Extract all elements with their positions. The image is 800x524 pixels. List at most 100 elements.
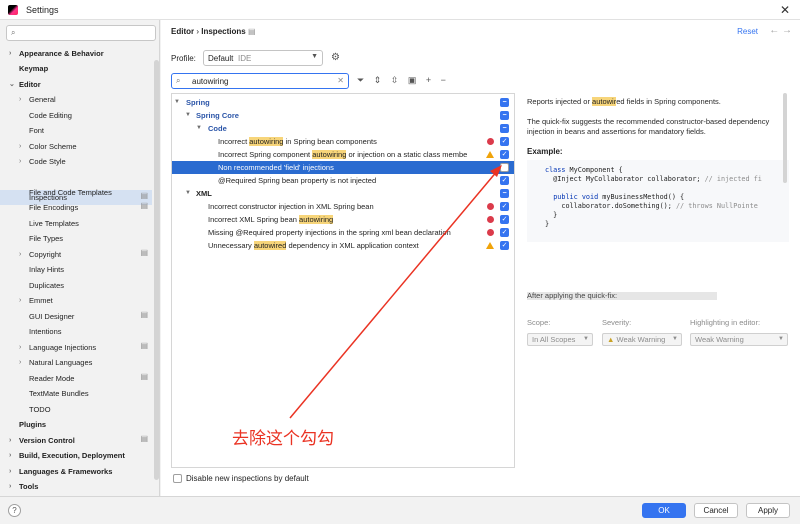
sidebar-item-font[interactable]: Font — [29, 123, 44, 138]
profile-dropdown[interactable]: Default IDE ▼ — [203, 50, 323, 66]
cancel-button[interactable]: Cancel — [694, 503, 738, 518]
group-label: Spring Core — [196, 111, 239, 120]
window-title: Settings — [26, 5, 59, 15]
inspection-checkbox[interactable]: ✓ — [500, 137, 509, 146]
sidebar-item-editor[interactable]: ⌄ Editor — [9, 77, 41, 92]
sidebar-item-duplicates[interactable]: Duplicates — [29, 278, 64, 293]
inspection-filter-input[interactable]: ⌕ autowiring ✕ — [171, 73, 349, 89]
sidebar-item-file-types[interactable]: File Types — [29, 231, 63, 246]
settings-search-input[interactable]: ⌕ — [6, 25, 156, 41]
inspection-row[interactable]: Incorrect autowiring in Spring bean comp… — [172, 135, 514, 148]
inspection-checkbox-unchecked[interactable] — [500, 163, 509, 172]
inspection-checkbox[interactable]: ✓ — [500, 241, 509, 250]
forward-arrow-icon[interactable]: → — [782, 25, 792, 36]
sidebar-item-tools[interactable]: › Tools — [9, 479, 38, 494]
gear-icon[interactable]: ⚙ — [331, 52, 340, 63]
inspection-checkbox[interactable]: ✓ — [500, 150, 509, 159]
checkbox-box[interactable] — [173, 474, 182, 484]
group-checkbox[interactable]: − — [500, 124, 509, 133]
reset-link[interactable]: Reset — [737, 27, 758, 36]
sidebar-item-todo[interactable]: TODO — [29, 402, 51, 417]
sidebar-item-label: Natural Languages — [29, 358, 93, 367]
help-icon[interactable]: ? — [8, 504, 21, 517]
tree-row-code[interactable]: ▼ Code − — [172, 122, 514, 135]
inspection-checkbox[interactable]: ✓ — [500, 202, 509, 211]
inspection-checkbox[interactable]: ✓ — [500, 176, 509, 185]
sidebar-item-label: Plugins — [19, 420, 47, 429]
tree-row-xml[interactable]: ▼ XML − — [172, 187, 514, 200]
tree-row-spring[interactable]: ▼ Spring − — [172, 96, 514, 109]
chevron-right-icon: › — [19, 359, 22, 366]
sidebar-item-label: Languages & Frameworks — [19, 467, 113, 476]
inspection-checkbox[interactable]: ✓ — [500, 228, 509, 237]
inspection-row[interactable]: Incorrect XML Spring bean autowiring ✓ — [172, 213, 514, 226]
back-arrow-icon[interactable]: ← — [769, 25, 779, 36]
add-icon[interactable]: + — [426, 75, 431, 85]
annotation-text: 去除这个勾勾 — [232, 429, 334, 449]
ok-button[interactable]: OK — [642, 503, 686, 518]
group-checkbox[interactable]: − — [500, 189, 509, 198]
inspection-label: Incorrect Spring component autowiring or… — [218, 150, 468, 159]
sidebar-item-build-execution[interactable]: › Build, Execution, Deployment — [9, 448, 125, 463]
chevron-right-icon: › — [19, 158, 22, 165]
project-scope-icon: ▤ — [247, 27, 256, 36]
inspection-row[interactable]: Incorrect constructor injection in XML S… — [172, 200, 514, 213]
example-heading: Example: — [527, 147, 563, 156]
severity-dropdown[interactable]: ▲ Weak Warning ▼ — [602, 333, 682, 346]
group-checkbox[interactable]: − — [500, 98, 509, 107]
scope-dropdown[interactable]: In All Scopes ▼ — [527, 333, 593, 346]
sidebar-item-color-scheme[interactable]: › Color Scheme — [19, 139, 77, 154]
sidebar-item-file-encodings[interactable]: File Encodings — [29, 200, 78, 215]
inspection-checkbox[interactable]: ✓ — [500, 215, 509, 224]
nav-arrows: ← → — [769, 25, 792, 36]
sidebar-item-file-code-templates[interactable]: File and Code Templates — [29, 185, 112, 200]
expand-all-icon[interactable]: ⇕ — [374, 75, 382, 85]
sidebar-item-appearance[interactable]: › Appearance & Behavior — [9, 46, 104, 61]
chevron-down-icon: ▼ — [778, 336, 784, 342]
sidebar-item-inlay-hints[interactable]: Inlay Hints — [29, 262, 64, 277]
sidebar-item-languages-frameworks[interactable]: › Languages & Frameworks — [9, 464, 113, 479]
inspection-row-selected[interactable]: Non recommended 'field' injections — [172, 161, 514, 174]
sidebar-item-label: File Types — [29, 234, 64, 243]
sidebar-item-keymap[interactable]: Keymap — [19, 61, 48, 76]
sidebar-item-label: Build, Execution, Deployment — [19, 451, 125, 460]
sidebar-item-label: Code Style — [29, 157, 66, 166]
sidebar-item-label: Intentions — [29, 327, 62, 336]
disable-new-inspections-checkbox[interactable]: Disable new inspections by default — [173, 474, 309, 484]
sidebar-item-code-style[interactable]: › Code Style — [19, 154, 66, 169]
inspection-row[interactable]: Missing @Required property injections in… — [172, 226, 514, 239]
sidebar-item-natural-languages[interactable]: › Natural Languages — [19, 355, 93, 370]
collapse-all-icon[interactable]: ⇳ — [391, 75, 399, 85]
scope-label: Scope: — [527, 318, 551, 327]
chevron-down-icon: ▼ — [672, 336, 678, 342]
sidebar-item-plugins[interactable]: Plugins — [19, 417, 46, 432]
chevron-right-icon: › — [19, 344, 22, 351]
inspection-row[interactable]: Unnecessary autowired dependency in XML … — [172, 239, 514, 252]
close-icon[interactable]: ✕ — [780, 3, 790, 17]
sidebar-scrollbar[interactable] — [154, 60, 159, 480]
sidebar-item-version-control[interactable]: › Version Control — [9, 433, 75, 448]
highlighting-dropdown[interactable]: Weak Warning ▼ — [690, 333, 788, 346]
sidebar-item-copyright[interactable]: › Copyright — [19, 247, 61, 262]
apply-button[interactable]: Apply — [746, 503, 790, 518]
reset-defaults-icon[interactable]: ▣ — [408, 75, 417, 85]
sidebar-item-code-editing[interactable]: Code Editing — [29, 108, 72, 123]
profile-value: Default — [208, 54, 234, 63]
filter-icon[interactable]: ⏷ — [357, 75, 364, 85]
sidebar-item-textmate-bundles[interactable]: TextMate Bundles — [29, 386, 89, 401]
remove-icon[interactable]: − — [441, 75, 446, 85]
sidebar-item-reader-mode[interactable]: Reader Mode — [29, 371, 74, 386]
tree-row-spring-core[interactable]: ▼ Spring Core − — [172, 109, 514, 122]
inspection-row[interactable]: @Required Spring bean property is not in… — [172, 174, 514, 187]
sidebar-item-live-templates[interactable]: Live Templates — [29, 216, 79, 231]
sidebar-item-language-injections[interactable]: › Language Injections — [19, 340, 96, 355]
description-scrollbar[interactable] — [783, 93, 787, 183]
chevron-right-icon: › — [19, 297, 22, 304]
inspection-row[interactable]: Incorrect Spring component autowiring or… — [172, 148, 514, 161]
sidebar-item-intentions[interactable]: Intentions — [29, 324, 62, 339]
clear-icon[interactable]: ✕ — [337, 76, 344, 85]
group-checkbox[interactable]: − — [500, 111, 509, 120]
sidebar-item-general[interactable]: › General — [19, 92, 56, 107]
sidebar-item-emmet[interactable]: › Emmet — [19, 293, 53, 308]
sidebar-item-gui-designer[interactable]: GUI Designer — [29, 309, 74, 324]
